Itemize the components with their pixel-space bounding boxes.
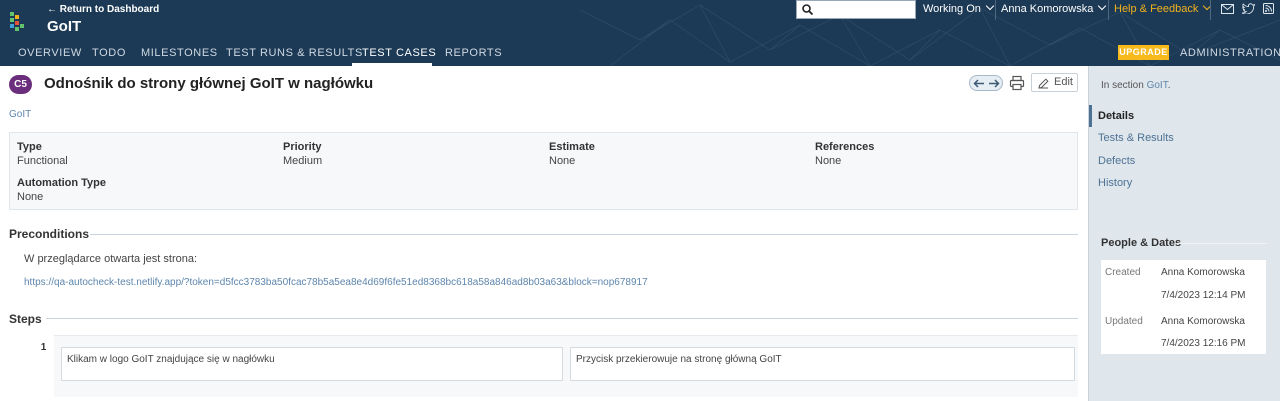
tab-test-cases[interactable]: TEST CASES — [362, 47, 436, 59]
chevron-down-icon — [1098, 1, 1107, 11]
tab-reports[interactable]: REPORTS — [445, 47, 502, 59]
project-title[interactable]: GoIT — [47, 18, 81, 35]
help-feedback-label: Help & Feedback — [1114, 3, 1199, 15]
tab-administration[interactable]: ADMINISTRATION — [1180, 47, 1280, 59]
created-by: Anna Komorowska — [1161, 267, 1245, 278]
rss-icon[interactable] — [1263, 3, 1274, 14]
updated-label: Updated — [1105, 316, 1143, 327]
return-to-dashboard-link[interactable]: ← Return to Dashboard — [47, 4, 159, 15]
updated-at: 7/4/2023 12:16 PM — [1161, 338, 1246, 349]
tab-milestones[interactable]: MILESTONES — [141, 47, 218, 59]
step-expected-result[interactable]: Przycisk przekierowuje na stronę główną … — [570, 347, 1075, 381]
divider — [995, 0, 996, 20]
divider — [90, 234, 1078, 235]
in-section-prefix: In section — [1101, 80, 1144, 91]
tab-overview[interactable]: OVERVIEW — [18, 47, 82, 59]
mail-icon[interactable] — [1221, 4, 1234, 14]
people-dates-panel: Created Anna Komorowska 7/4/2023 12:14 P… — [1101, 260, 1266, 354]
field-estimate-value: None — [549, 155, 576, 167]
pencil-icon — [1038, 78, 1049, 89]
breadcrumb-section-link[interactable]: GoIT — [9, 109, 31, 120]
top-header: ← Return to Dashboard GoIT Working On An… — [0, 0, 1280, 66]
divider — [1108, 0, 1109, 20]
edit-button-label: Edit — [1054, 76, 1073, 88]
preconditions-link[interactable]: https://qa-autocheck-test.netlify.app/?t… — [24, 277, 648, 288]
sidebar: In section GoIT. Details Tests & Results… — [1088, 66, 1280, 401]
arrow-left-icon[interactable] — [973, 79, 985, 88]
field-automation-type-value: None — [17, 191, 44, 203]
preconditions-text: W przeglądarce otwarta jest strona: — [24, 253, 198, 265]
divider — [46, 318, 1078, 319]
divider — [1177, 243, 1267, 244]
sidebar-item-details[interactable]: Details — [1098, 110, 1134, 122]
page-title: Odnośnik do strony głównej GoIT w nagłów… — [44, 75, 374, 92]
field-automation-type-label: Automation Type — [17, 177, 107, 189]
search-input[interactable] — [817, 1, 913, 18]
case-navigation — [969, 75, 1003, 91]
tab-test-runs-results[interactable]: TEST RUNS & RESULTS — [226, 47, 363, 59]
sidebar-item-history[interactable]: History — [1098, 177, 1132, 189]
steps-heading: Steps — [9, 312, 42, 326]
edit-button[interactable]: Edit — [1031, 73, 1078, 92]
field-type-value: Functional — [17, 155, 68, 167]
created-label: Created — [1105, 267, 1141, 278]
user-name: Anna Komorowska — [1001, 3, 1094, 15]
print-icon[interactable] — [1009, 75, 1025, 91]
case-fields-panel: Type Functional Priority Medium Estimate… — [9, 132, 1078, 210]
in-section-link[interactable]: GoIT — [1147, 80, 1168, 91]
logo-icon[interactable] — [10, 12, 30, 32]
preconditions-heading: Preconditions — [9, 227, 90, 241]
working-on-label: Working On — [923, 3, 981, 15]
field-automation-type: Automation Type None — [17, 177, 106, 203]
field-priority-label: Priority — [283, 141, 322, 153]
sidebar-item-defects[interactable]: Defects — [1098, 155, 1135, 167]
upgrade-button[interactable]: UPGRADE — [1118, 45, 1169, 60]
in-section-suffix: . — [1167, 80, 1171, 91]
step-content[interactable]: Klikam w logo GoIT znajdujące się w nagł… — [61, 347, 563, 381]
field-priority: Priority Medium — [283, 141, 322, 167]
chevron-down-icon — [985, 1, 995, 11]
field-references: References None — [815, 141, 874, 167]
field-priority-value: Medium — [283, 155, 323, 167]
working-on-menu[interactable]: Working On — [923, 1, 995, 18]
field-type: Type Functional — [17, 141, 68, 167]
search-icon — [802, 4, 813, 15]
in-section-info: In section GoIT. — [1101, 80, 1171, 91]
arrow-right-icon[interactable] — [988, 79, 1000, 88]
user-menu[interactable]: Anna Komorowska — [1001, 1, 1107, 18]
case-id-badge: C5 — [9, 75, 32, 94]
tab-todo[interactable]: TODO — [92, 47, 126, 59]
field-estimate-label: Estimate — [549, 141, 595, 153]
twitter-icon[interactable] — [1242, 3, 1255, 14]
field-type-label: Type — [17, 141, 42, 153]
field-references-label: References — [815, 141, 875, 153]
people-dates-heading: People & Dates — [1101, 237, 1182, 249]
updated-by: Anna Komorowska — [1161, 316, 1245, 327]
field-references-value: None — [815, 155, 842, 167]
step-number: 1 — [33, 336, 54, 360]
divider — [1210, 0, 1211, 20]
sidebar-item-tests-results[interactable]: Tests & Results — [1098, 132, 1174, 144]
help-feedback-menu[interactable]: Help & Feedback — [1114, 1, 1212, 18]
active-sidebar-indicator — [1089, 105, 1092, 127]
main-content: C5 Odnośnik do strony głównej GoIT w nag… — [0, 66, 1088, 401]
search-field[interactable] — [796, 0, 916, 19]
created-at: 7/4/2023 12:14 PM — [1161, 290, 1246, 301]
field-estimate: Estimate None — [549, 141, 595, 167]
